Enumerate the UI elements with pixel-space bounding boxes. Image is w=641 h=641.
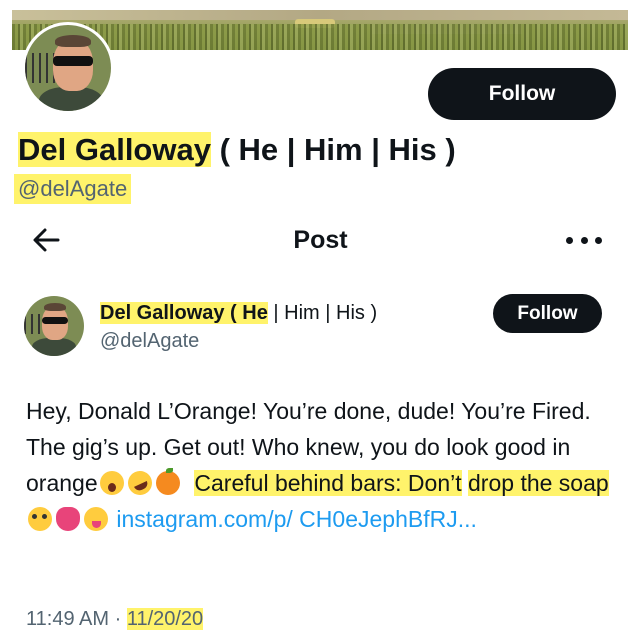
- post-time: 11:49 AM: [26, 608, 110, 630]
- post-date[interactable]: 11/20/20: [126, 608, 204, 630]
- post-author-pronouns: | Him | His ): [267, 302, 378, 324]
- timestamp-separator: ·: [109, 608, 127, 630]
- profile-follow-button[interactable]: Follow: [428, 68, 616, 120]
- post-author-handle[interactable]: @delAgate: [100, 330, 199, 353]
- post-author-avatar[interactable]: [24, 296, 84, 356]
- profile-handle[interactable]: @delAgate: [14, 174, 132, 204]
- squinting-tongue-face-icon: [84, 507, 108, 531]
- post-author-display-name: Del Galloway ( He: [100, 302, 268, 324]
- post-text-highlight-1: Careful behind bars: Don’t: [194, 470, 462, 496]
- rolling-laughing-icon: [123, 467, 156, 499]
- flushed-face-icon: [28, 507, 52, 531]
- more-horizontal-icon[interactable]: [566, 226, 602, 254]
- profile-avatar[interactable]: [22, 22, 114, 114]
- post-text-highlight-2: drop the soap: [468, 470, 609, 496]
- profile-display-name: Del Galloway: [18, 132, 211, 167]
- face-screaming-icon: [99, 471, 124, 495]
- orange-fruit-icon: [155, 468, 180, 495]
- post-follow-button[interactable]: Follow: [493, 294, 602, 333]
- post-text: Hey, Donald L’Orange! You’re done, dude!…: [26, 393, 626, 537]
- post-author-name[interactable]: Del Galloway ( He | Him | His ): [100, 302, 377, 325]
- profile-pronouns: ( He | Him | His ): [210, 132, 456, 167]
- page-title: Post: [293, 226, 348, 254]
- post-timestamp: 11:49 AM · 11/20/20: [26, 608, 204, 631]
- tongue-icon: [56, 507, 80, 531]
- post-link[interactable]: instagram.com/p/ CH0eJephBfRJ...: [116, 506, 476, 532]
- profile-name: Del Galloway ( He | Him | His ): [18, 132, 456, 168]
